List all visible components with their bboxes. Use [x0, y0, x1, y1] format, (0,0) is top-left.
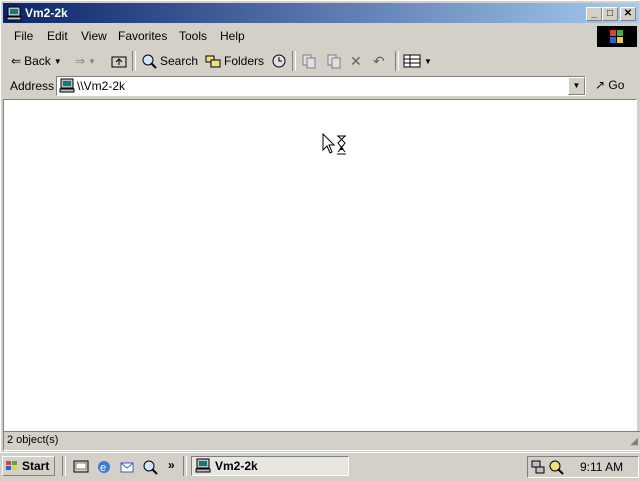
folders-icon: [205, 55, 221, 68]
address-dropdown-button[interactable]: ▼: [568, 77, 585, 95]
resize-grip-icon[interactable]: ◢: [630, 436, 638, 447]
views-dropdown-icon: ▼: [424, 56, 432, 66]
toolbar-separator: [132, 51, 136, 71]
copy-to-icon: [327, 54, 341, 69]
move-to-button[interactable]: [301, 53, 317, 69]
history-icon: [272, 54, 286, 68]
search-icon: [142, 54, 157, 69]
taskbar-separator: [62, 456, 66, 476]
taskbar: Start e » Vm2-2k 9:11 AM: [0, 452, 640, 481]
address-label: Address: [10, 79, 55, 93]
folders-button[interactable]: Folders: [205, 53, 264, 69]
delete-button[interactable]: ✕: [350, 53, 362, 69]
menu-file[interactable]: File: [14, 29, 33, 43]
forward-button[interactable]: ⇒ ▼: [75, 53, 96, 69]
toolbar-separator: [395, 51, 399, 71]
clock[interactable]: 9:11 AM: [580, 460, 623, 474]
go-button[interactable]: ↗ Go: [595, 78, 624, 92]
menu-tools[interactable]: Tools: [179, 29, 207, 43]
minimize-button[interactable]: _: [586, 7, 602, 21]
file-list-area[interactable]: [3, 99, 637, 432]
computer-icon: [6, 6, 22, 21]
windows-logo: [597, 26, 637, 47]
history-button[interactable]: [271, 53, 287, 69]
status-text: 2 object(s): [7, 434, 59, 446]
close-button[interactable]: ✕: [620, 7, 636, 21]
menu-view[interactable]: View: [81, 29, 107, 43]
quick-launch-more-icon[interactable]: »: [168, 458, 175, 472]
computer-icon: [59, 78, 75, 93]
views-button[interactable]: ▼: [403, 53, 432, 69]
address-bar: Address \\Vm2-2k ▼ ↗ Go: [3, 75, 639, 97]
status-bar: 2 object(s) ◢: [3, 431, 640, 451]
menu-bar: File Edit View Favorites Tools Help: [3, 25, 639, 47]
copy-to-button[interactable]: [326, 53, 342, 69]
windows-flag-icon: [6, 461, 17, 470]
forward-dropdown-icon: ▼: [88, 56, 96, 66]
address-value: \\Vm2-2k: [77, 79, 126, 93]
internet-explorer-icon[interactable]: e: [96, 459, 112, 475]
search-button[interactable]: Search: [141, 53, 198, 69]
menu-edit[interactable]: Edit: [47, 29, 68, 43]
title-bar[interactable]: Vm2-2k _ □ ✕: [3, 3, 639, 23]
undo-icon: ↶: [373, 52, 385, 69]
up-folder-button[interactable]: [111, 53, 127, 69]
search-icon[interactable]: [142, 459, 158, 475]
maximize-button[interactable]: □: [602, 7, 618, 21]
toolbar: ⇐ Back ▼ ⇒ ▼ Search Folders ✕ ↶ ▼: [3, 49, 639, 73]
taskbar-window-button[interactable]: Vm2-2k: [191, 456, 349, 476]
taskbar-separator: [183, 456, 187, 476]
back-button[interactable]: ⇐ Back ▼: [11, 53, 62, 69]
undo-button[interactable]: ↶: [373, 53, 385, 69]
busy-cursor-icon: [322, 133, 346, 155]
forward-arrow-icon: ⇒: [75, 54, 86, 68]
network-icon[interactable]: [530, 459, 546, 475]
delete-icon: ✕: [350, 52, 362, 69]
outlook-express-icon[interactable]: [119, 459, 135, 475]
up-folder-icon: [111, 56, 127, 68]
tray-search-icon[interactable]: [548, 459, 564, 475]
window-title: Vm2-2k: [25, 6, 68, 20]
menu-help[interactable]: Help: [220, 29, 245, 43]
show-desktop-icon[interactable]: [73, 459, 89, 475]
address-input[interactable]: \\Vm2-2k ▼: [56, 76, 586, 96]
start-button[interactable]: Start: [2, 456, 55, 476]
computer-icon: [195, 458, 211, 473]
explorer-window: Vm2-2k _ □ ✕ File Edit View Favorites To…: [0, 0, 640, 454]
views-icon: [403, 54, 421, 68]
system-tray: 9:11 AM: [527, 456, 639, 478]
back-arrow-icon: ⇐: [11, 54, 22, 68]
menu-favorites[interactable]: Favorites: [118, 29, 167, 43]
back-dropdown-icon: ▼: [53, 56, 62, 66]
toolbar-separator: [292, 51, 296, 71]
go-arrow-icon: ↗: [595, 78, 606, 92]
move-to-icon: [302, 54, 316, 69]
svg-text:e: e: [100, 462, 106, 474]
